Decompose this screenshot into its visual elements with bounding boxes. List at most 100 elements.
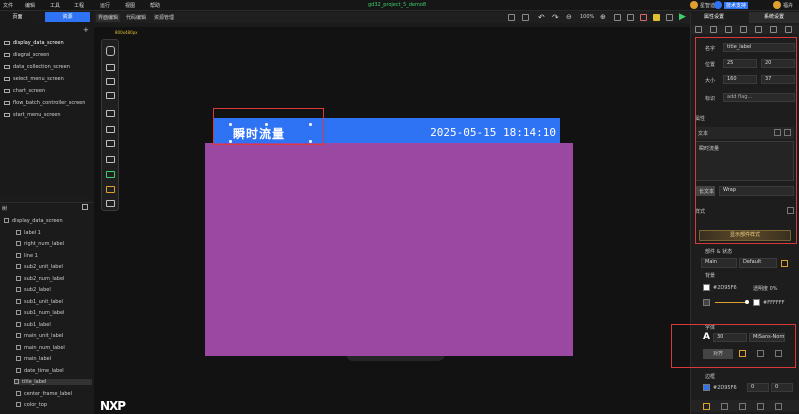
menu-tools[interactable]: 工具 — [50, 2, 60, 9]
screen-item[interactable]: data_collection_screen — [4, 64, 70, 70]
menu-view[interactable]: 视图 — [125, 2, 135, 9]
expand-icon[interactable] — [82, 204, 88, 210]
support-icon[interactable] — [714, 1, 722, 9]
tree-item[interactable]: right_num_label — [16, 241, 64, 247]
canvas-resolution: 800x480px — [115, 30, 138, 35]
tree-item[interactable]: date_time_label — [16, 368, 64, 374]
tree-item[interactable]: main_label — [16, 356, 51, 362]
align-bottom-icon[interactable] — [770, 26, 777, 33]
menu-help[interactable]: 帮助 — [150, 2, 160, 9]
bg-color-swatch[interactable] — [703, 284, 710, 291]
hand-tool-icon[interactable] — [106, 46, 115, 56]
select-tool-icon[interactable] — [106, 64, 115, 71]
grad-start-swatch[interactable] — [703, 299, 710, 306]
add-screen-icon[interactable]: + — [83, 26, 89, 34]
screen-item[interactable]: start_menu_screen — [4, 112, 61, 118]
grid-icon[interactable] — [627, 14, 634, 21]
tree-item[interactable]: sub1_num_label — [16, 310, 64, 316]
state-add-icon[interactable] — [781, 260, 788, 267]
zoom-in-icon[interactable]: ⊕ — [600, 13, 606, 21]
border-color-swatch[interactable] — [703, 384, 710, 391]
tree-item[interactable]: sub1_label — [16, 322, 51, 328]
screen-item[interactable]: select_menu_screen — [4, 76, 64, 82]
tree-item[interactable]: main_num_label — [16, 345, 65, 351]
gradient-slider[interactable] — [715, 302, 747, 303]
style-tab-icon[interactable] — [703, 403, 710, 410]
container-widget-icon[interactable] — [106, 92, 115, 99]
tree-item[interactable]: sub2_label — [16, 287, 51, 293]
menu-edit[interactable]: 编辑 — [25, 2, 35, 9]
style-tab-icon[interactable] — [721, 403, 728, 410]
menu-project[interactable]: 工程 — [74, 2, 84, 9]
resize-handle[interactable] — [265, 123, 268, 126]
undo-icon[interactable]: ↶ — [538, 13, 545, 22]
redo-icon[interactable]: ↷ — [552, 13, 559, 22]
menu-file[interactable]: 文件 — [3, 2, 13, 9]
tab-code-editor[interactable]: 代码编辑 — [124, 14, 148, 22]
align-right-icon[interactable] — [725, 26, 732, 33]
tab-properties[interactable]: 属性设置 — [691, 12, 737, 23]
tab-resources[interactable]: 资源 — [45, 12, 90, 22]
resize-handle[interactable] — [309, 140, 312, 143]
tree-item[interactable]: line 1 — [16, 253, 38, 259]
tree-item[interactable]: sub2_num_label — [16, 276, 64, 282]
state-select[interactable]: Default — [739, 258, 777, 268]
flag-icon[interactable] — [640, 14, 647, 21]
text-widget-icon[interactable] — [106, 110, 115, 117]
run-icon[interactable]: ▶ — [679, 12, 686, 22]
tab-resource-manager[interactable]: 资源管理 — [152, 14, 176, 22]
screen-item[interactable]: flow_batch_controller_screen — [4, 100, 85, 106]
layers-widget-icon[interactable] — [106, 186, 115, 193]
gradient-slider-thumb[interactable] — [745, 300, 749, 304]
more-widgets-icon[interactable] — [106, 200, 115, 207]
menu-run[interactable]: 运行 — [100, 2, 110, 9]
zoom-level[interactable]: 100% — [580, 14, 594, 20]
chart-widget-icon[interactable] — [106, 140, 115, 147]
image-widget-icon[interactable] — [106, 78, 115, 85]
tab-system-settings[interactable]: 系统设置 — [749, 12, 799, 23]
center-frame-label[interactable] — [205, 143, 573, 356]
part-select[interactable]: Main — [701, 258, 737, 268]
zoom-out-icon[interactable]: ⊖ — [566, 13, 572, 21]
style-tab-icon[interactable] — [775, 403, 782, 410]
copy-icon[interactable] — [508, 14, 515, 21]
align-middle-icon[interactable] — [755, 26, 762, 33]
button-widget-icon[interactable] — [106, 126, 115, 133]
date-time-label[interactable]: 2025-05-15 18:14:10 — [430, 126, 556, 139]
resize-handle[interactable] — [229, 123, 232, 126]
align-center-icon[interactable] — [710, 26, 717, 33]
tree-item[interactable]: label 1 — [16, 230, 41, 236]
resize-handle[interactable] — [309, 123, 312, 126]
border-y-input[interactable]: 0 — [771, 383, 793, 392]
paste-icon[interactable] — [522, 14, 529, 21]
tree-item[interactable]: display_data_screen — [4, 218, 63, 224]
fit-screen-icon[interactable] — [614, 14, 621, 21]
style-tab-icon[interactable] — [757, 403, 764, 410]
support-button[interactable]: 技术支持 — [724, 2, 749, 9]
list-widget-icon[interactable] — [106, 156, 115, 163]
tree-item[interactable]: sub2_unit_label — [16, 264, 63, 270]
resize-handle[interactable] — [229, 140, 232, 143]
grad-end-swatch[interactable] — [753, 299, 760, 306]
widget-tree: display_data_screen label 1 right_num_la… — [0, 214, 94, 414]
align-top-icon[interactable] — [740, 26, 747, 33]
edit-widget-icon[interactable] — [106, 171, 115, 178]
tab-pages[interactable]: 页面 — [0, 12, 35, 22]
screen-item[interactable]: display_data_screen — [4, 40, 64, 46]
export-icon[interactable] — [666, 14, 673, 21]
tree-item[interactable]: main_unit_label — [16, 333, 63, 339]
tab-ui-editor[interactable]: 界面编辑 — [96, 14, 121, 22]
align-left-icon[interactable] — [695, 26, 702, 33]
build-icon[interactable] — [653, 14, 660, 21]
tree-item[interactable]: color_top — [16, 402, 47, 408]
tree-item[interactable]: sub1_unit_label — [16, 299, 63, 305]
user-avatar-icon[interactable] — [690, 1, 698, 9]
screen-item[interactable]: diagral_screen — [4, 52, 49, 58]
style-tab-icon[interactable] — [739, 403, 746, 410]
distribute-icon[interactable] — [785, 26, 792, 33]
account-icon[interactable] — [773, 1, 781, 9]
border-x-input[interactable]: 0 — [747, 383, 769, 392]
tree-item-selected[interactable]: title_label — [14, 379, 92, 385]
tree-item[interactable]: center_frame_label — [16, 391, 72, 397]
screen-item[interactable]: chart_screen — [4, 88, 45, 94]
